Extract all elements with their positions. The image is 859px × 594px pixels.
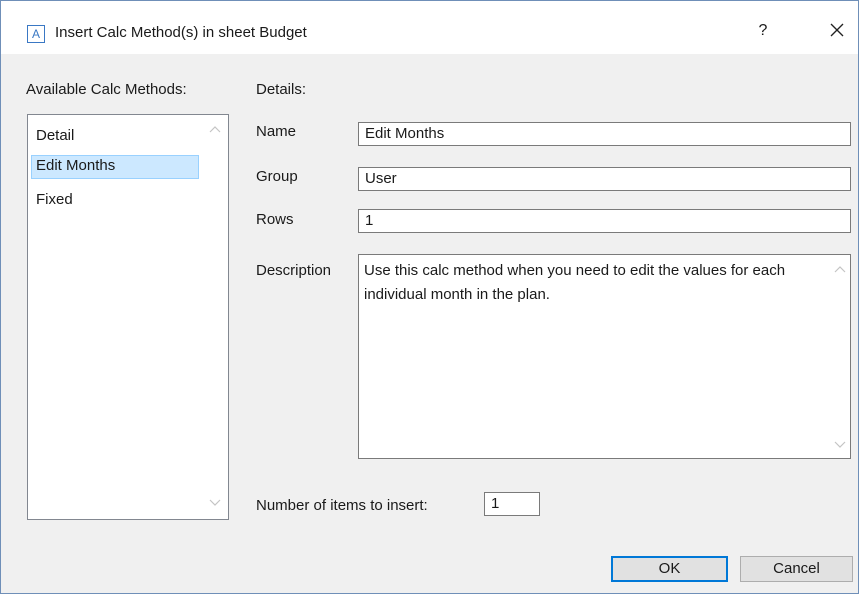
window-title: Insert Calc Method(s) in sheet Budget bbox=[55, 24, 307, 41]
available-methods-label: Available Calc Methods: bbox=[26, 81, 187, 98]
cancel-button[interactable]: Cancel bbox=[740, 556, 853, 582]
title-bar: A Insert Calc Method(s) in sheet Budget … bbox=[0, 0, 859, 55]
close-icon bbox=[830, 23, 844, 37]
rows-field[interactable]: 1 bbox=[358, 209, 851, 233]
rows-label: Rows bbox=[256, 211, 294, 228]
name-field[interactable]: Edit Months bbox=[358, 122, 851, 146]
list-item-fixed[interactable]: Fixed bbox=[31, 189, 199, 213]
close-button[interactable] bbox=[827, 20, 847, 40]
ok-button[interactable]: OK bbox=[611, 556, 728, 582]
description-field[interactable]: Use this calc method when you need to ed… bbox=[358, 254, 851, 459]
items-to-insert-field[interactable]: 1 bbox=[484, 492, 540, 516]
scroll-down-icon[interactable] bbox=[208, 497, 222, 507]
group-label: Group bbox=[256, 168, 298, 185]
list-item-edit-months[interactable]: Edit Months bbox=[31, 155, 199, 179]
desc-scroll-down-icon[interactable] bbox=[833, 439, 847, 449]
help-button[interactable]: ? bbox=[754, 22, 772, 40]
items-to-insert-label: Number of items to insert: bbox=[256, 497, 428, 514]
description-label: Description bbox=[256, 262, 332, 279]
scroll-up-icon[interactable] bbox=[208, 125, 222, 135]
desc-scroll-up-icon[interactable] bbox=[833, 265, 847, 275]
group-field[interactable]: User bbox=[358, 167, 851, 191]
name-label: Name bbox=[256, 123, 297, 140]
description-text: Use this calc method when you need to ed… bbox=[364, 262, 786, 303]
list-item-detail[interactable]: Detail bbox=[31, 125, 199, 149]
app-icon: A bbox=[27, 25, 45, 43]
calc-methods-list[interactable]: Detail Edit Months Fixed bbox=[27, 114, 229, 520]
details-label: Details: bbox=[256, 81, 307, 98]
